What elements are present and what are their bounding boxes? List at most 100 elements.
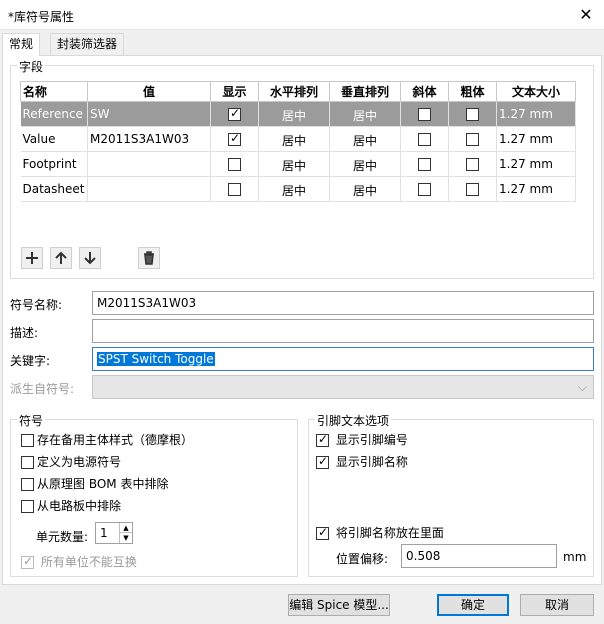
checkbox-icon[interactable] <box>228 131 241 146</box>
field-italic-cell[interactable] <box>400 126 449 152</box>
tab-footprint-filter[interactable]: 封装筛选器 <box>50 33 125 55</box>
arrow-up-icon[interactable] <box>50 247 72 269</box>
checkbox-icon[interactable] <box>418 183 431 196</box>
edit-spice-button[interactable]: 编辑 Spice 模型... <box>288 594 390 616</box>
tab-general[interactable]: 常规 <box>2 33 41 56</box>
field-v-align-cell[interactable]: 居中 <box>329 126 401 152</box>
exclude-board-checkbox[interactable]: 从电路板中排除 <box>21 497 121 514</box>
field-bold-cell[interactable] <box>448 176 497 202</box>
field-value-cell[interactable] <box>87 151 211 177</box>
field-value-cell[interactable]: SW <box>87 101 211 127</box>
checkbox-icon[interactable] <box>418 108 431 121</box>
tab-bar: 常规 封装筛选器 <box>0 33 604 56</box>
field-h-align-cell-text: 居中 <box>281 184 306 198</box>
field-name-cell[interactable]: Datasheet <box>20 176 88 202</box>
field-size-cell[interactable]: 1.27 mm <box>496 151 576 177</box>
close-icon[interactable]: ✕ <box>568 0 604 30</box>
checkbox-icon[interactable] <box>418 133 431 146</box>
field-value-cell[interactable] <box>87 176 211 202</box>
checkbox-icon[interactable] <box>228 106 241 121</box>
field-name-cell[interactable]: Footprint <box>20 151 88 177</box>
fields-table-header: 名称 值 显示 水平排列 垂直排列 斜体 粗体 文本大小 <box>20 81 576 102</box>
alt-body-style-checkbox[interactable]: 存在备用主体样式（德摩根） <box>21 431 193 448</box>
checkbox-icon <box>21 500 34 513</box>
field-show-cell[interactable] <box>210 151 259 177</box>
col-italic[interactable]: 斜体 <box>400 81 449 102</box>
pin-name-inside-label: 将引脚名称放在里面 <box>335 526 444 540</box>
power-symbol-label: 定义为电源符号 <box>37 455 122 469</box>
table-row[interactable]: Footprint 居中 居中 1.27 mm <box>20 151 576 177</box>
checkbox-icon <box>21 478 34 491</box>
exclude-bom-checkbox[interactable]: 从原理图 BOM 表中排除 <box>21 475 168 492</box>
derived-from-label: 派生自符号: <box>10 382 75 396</box>
show-pin-name-checkbox[interactable]: 显示引脚名称 <box>316 453 408 470</box>
field-italic-cell[interactable] <box>400 151 449 177</box>
field-h-align-cell-text: 居中 <box>281 134 306 148</box>
show-pin-number-checkbox[interactable]: 显示引脚编号 <box>316 431 408 448</box>
description-field[interactable] <box>92 319 594 343</box>
col-h-align[interactable]: 水平排列 <box>258 81 330 102</box>
checkbox-icon[interactable] <box>418 158 431 171</box>
field-italic-cell[interactable] <box>400 101 449 127</box>
field-size-cell[interactable]: 1.27 mm <box>496 101 576 127</box>
field-value-cell[interactable]: M2011S3A1W03 <box>87 126 211 152</box>
trash-icon[interactable] <box>138 247 160 269</box>
field-h-align-cell[interactable]: 居中 <box>258 126 330 152</box>
offset-field[interactable]: 0.508 <box>401 544 557 568</box>
power-symbol-checkbox[interactable]: 定义为电源符号 <box>21 453 121 470</box>
exclude-board-label: 从电路板中排除 <box>37 499 122 513</box>
table-row[interactable]: ValueM2011S3A1W03 居中 居中 1.27 mm <box>20 126 576 152</box>
field-name-cell[interactable]: Value <box>20 126 88 152</box>
checkbox-icon[interactable] <box>466 158 479 171</box>
col-v-align[interactable]: 垂直排列 <box>329 81 401 102</box>
interchangeable-checkbox: 所有单位不能互换 <box>21 553 137 570</box>
checkbox-icon <box>316 432 329 447</box>
col-text-size[interactable]: 文本大小 <box>496 81 576 102</box>
field-h-align-cell[interactable]: 居中 <box>258 151 330 177</box>
alt-body-style-label: 存在备用主体样式（德摩根） <box>37 433 194 447</box>
spinner-up-icon[interactable]: ▲ <box>119 523 132 533</box>
exclude-bom-label: 从原理图 BOM 表中排除 <box>37 477 169 491</box>
chevron-down-icon: ⌵ <box>577 380 587 394</box>
field-show-cell[interactable] <box>210 176 259 202</box>
field-bold-cell[interactable] <box>448 126 497 152</box>
ok-button[interactable]: 确定 <box>437 594 509 616</box>
checkbox-icon[interactable] <box>228 183 241 196</box>
field-bold-cell[interactable] <box>448 101 497 127</box>
field-h-align-cell[interactable]: 居中 <box>258 176 330 202</box>
field-show-cell[interactable] <box>210 126 259 152</box>
checkbox-icon[interactable] <box>466 108 479 121</box>
field-italic-cell[interactable] <box>400 176 449 202</box>
field-name-cell[interactable]: Reference <box>20 101 88 127</box>
symbol-name-field[interactable]: M2011S3A1W03 <box>92 291 594 315</box>
plus-icon[interactable] <box>21 247 43 269</box>
checkbox-icon[interactable] <box>466 183 479 196</box>
keywords-label: 关键字: <box>10 354 51 368</box>
unit-count-spinner[interactable]: 1 ▲ ▼ <box>95 522 133 544</box>
field-bold-cell[interactable] <box>448 151 497 177</box>
pin-name-inside-checkbox[interactable]: 将引脚名称放在里面 <box>316 524 444 541</box>
field-size-cell[interactable]: 1.27 mm <box>496 176 576 202</box>
field-size-cell[interactable]: 1.27 mm <box>496 126 576 152</box>
field-v-align-cell-text: 居中 <box>352 134 377 148</box>
cancel-button[interactable]: 取消 <box>520 594 594 616</box>
pin-text-group-label: 引脚文本选项 <box>315 412 392 429</box>
field-h-align-cell-text: 居中 <box>281 109 306 123</box>
spinner-down-icon[interactable]: ▼ <box>119 533 132 543</box>
table-row[interactable]: Datasheet 居中 居中 1.27 mm <box>20 176 576 202</box>
field-show-cell[interactable] <box>210 101 259 127</box>
col-show[interactable]: 显示 <box>210 81 259 102</box>
field-v-align-cell-text: 居中 <box>352 109 377 123</box>
checkbox-icon[interactable] <box>228 158 241 171</box>
field-v-align-cell[interactable]: 居中 <box>329 101 401 127</box>
checkbox-icon[interactable] <box>466 133 479 146</box>
col-bold[interactable]: 粗体 <box>448 81 497 102</box>
arrow-down-icon[interactable] <box>79 247 101 269</box>
keywords-field[interactable]: SPST Switch Toggle <box>92 347 594 371</box>
field-h-align-cell[interactable]: 居中 <box>258 101 330 127</box>
field-v-align-cell[interactable]: 居中 <box>329 151 401 177</box>
field-v-align-cell[interactable]: 居中 <box>329 176 401 202</box>
col-name[interactable]: 名称 <box>20 81 88 102</box>
col-value[interactable]: 值 <box>87 81 211 102</box>
table-row[interactable]: ReferenceSW 居中 居中 1.27 mm <box>20 101 576 127</box>
